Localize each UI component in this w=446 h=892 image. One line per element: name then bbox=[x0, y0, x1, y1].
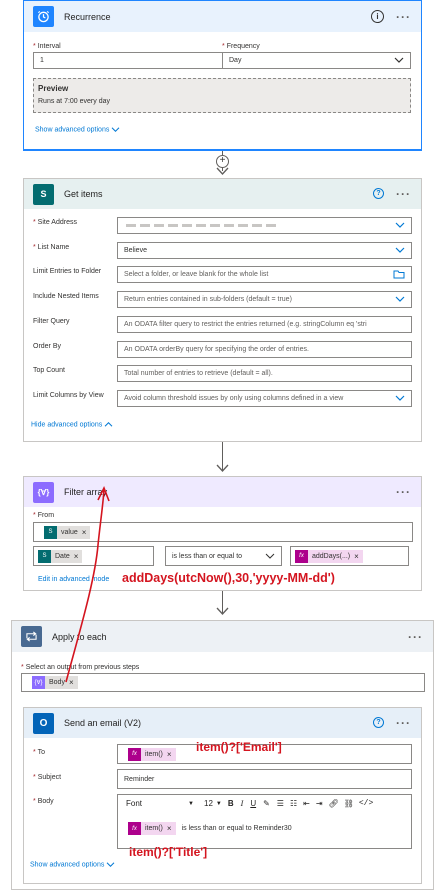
annotation-arrow bbox=[65, 486, 110, 683]
